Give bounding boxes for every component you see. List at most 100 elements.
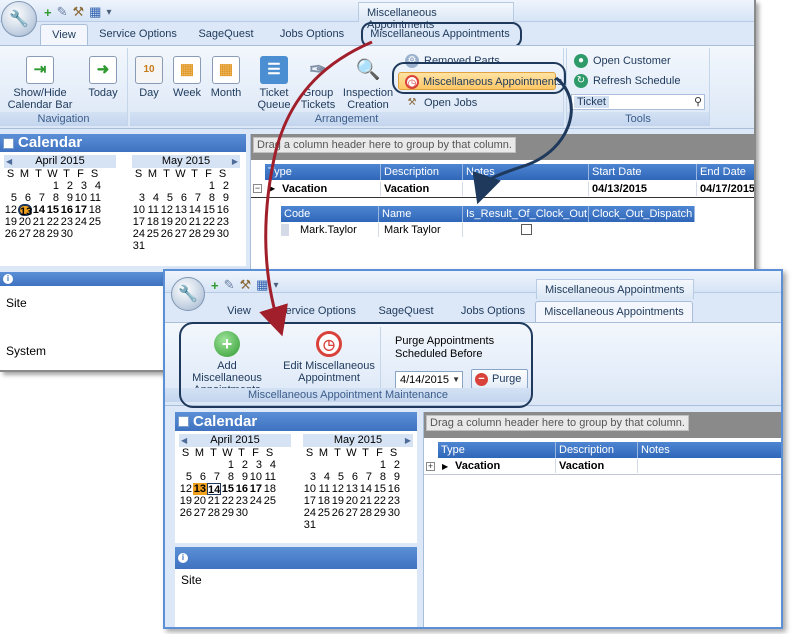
- calendar-day[interactable]: 15: [202, 204, 216, 216]
- calendar-day[interactable]: 28: [188, 228, 202, 240]
- calendar-day[interactable]: 29: [46, 228, 60, 240]
- calendar-day[interactable]: 7: [207, 471, 221, 483]
- tab-jobs-options[interactable]: Jobs Options: [449, 301, 537, 323]
- subcell-name[interactable]: Mark Taylor: [381, 223, 463, 237]
- calendar-day[interactable]: 24: [74, 216, 88, 228]
- calendar-day[interactable]: 3: [249, 459, 263, 471]
- calendar-day[interactable]: 12: [179, 483, 193, 495]
- calendar-day[interactable]: 31: [303, 519, 317, 531]
- calendar-day[interactable]: 26: [331, 507, 345, 519]
- calendar-day[interactable]: 17: [303, 495, 317, 507]
- calendar-day[interactable]: 23: [60, 216, 74, 228]
- subcell-code[interactable]: Mark.Taylor: [297, 223, 379, 237]
- calendar-day[interactable]: 24: [249, 495, 263, 507]
- calendar-day[interactable]: 9: [235, 471, 249, 483]
- show-hide-calendar-button[interactable]: ⇥ Show/Hide Calendar Bar: [4, 56, 76, 111]
- calendar-day[interactable]: 18: [263, 483, 277, 495]
- customize-toolbar-icon[interactable]: ▾: [273, 280, 278, 291]
- row-expand-toggle[interactable]: −: [253, 184, 262, 193]
- calendar-day[interactable]: 23: [235, 495, 249, 507]
- calendar-day[interactable]: 2: [216, 180, 230, 192]
- calendar-day[interactable]: 11: [88, 192, 102, 204]
- col-header-description[interactable]: Description: [556, 442, 638, 458]
- today-button[interactable]: ➜ Today: [84, 56, 122, 99]
- calendar-day[interactable]: 11: [146, 204, 160, 216]
- calendar-day[interactable]: 23: [216, 216, 230, 228]
- calendar-day[interactable]: 14: [207, 483, 221, 496]
- calendar-day[interactable]: 15: [373, 483, 387, 495]
- calendar-day[interactable]: 12: [160, 204, 174, 216]
- ticket-search-field[interactable]: Ticket ⚲: [571, 94, 705, 110]
- calendar-day[interactable]: 21: [359, 495, 373, 507]
- calendar-day[interactable]: 17: [249, 483, 263, 495]
- calendar-day[interactable]: 16: [60, 204, 74, 216]
- calendar-day[interactable]: 20: [174, 216, 188, 228]
- calendar-day[interactable]: 9: [216, 192, 230, 204]
- calendar-day[interactable]: 19: [4, 216, 18, 228]
- customize-toolbar-icon[interactable]: ▾: [106, 7, 111, 18]
- calendar-day[interactable]: 30: [60, 228, 74, 240]
- cell-start-date[interactable]: 04/13/2015: [589, 182, 697, 196]
- calendar-day[interactable]: 19: [179, 495, 193, 507]
- subcol-header-code[interactable]: Code: [281, 206, 379, 222]
- calendar-day[interactable]: 5: [160, 192, 174, 204]
- calendar-day[interactable]: 10: [74, 192, 88, 204]
- calendar-day[interactable]: 2: [235, 459, 249, 471]
- calendar-day[interactable]: 8: [46, 192, 60, 204]
- calendar-day[interactable]: 17: [132, 216, 146, 228]
- calendar-day[interactable]: 10: [132, 204, 146, 216]
- subcol-header-is-result-of-clock-out[interactable]: Is_Result_Of_Clock_Out: [463, 206, 589, 222]
- calendar-day[interactable]: 19: [160, 216, 174, 228]
- month-button[interactable]: ▦ Month: [208, 56, 244, 99]
- calendar-day[interactable]: 1: [202, 180, 216, 192]
- calendar-day[interactable]: 12: [331, 483, 345, 495]
- calendar-day[interactable]: 1: [221, 459, 235, 471]
- pin-icon[interactable]: ✎: [224, 277, 235, 293]
- col-header-end-date[interactable]: End Date: [697, 164, 754, 180]
- pin-icon[interactable]: ✎: [57, 4, 68, 20]
- refresh-schedule-button[interactable]: ↻ Refresh Schedule: [571, 72, 680, 90]
- calendar-day[interactable]: 6: [18, 192, 32, 204]
- row-expand-toggle[interactable]: +: [426, 462, 435, 471]
- calendar-day[interactable]: 7: [32, 192, 46, 204]
- calendar-day[interactable]: 10: [249, 471, 263, 483]
- calendar-day[interactable]: 28: [207, 507, 221, 519]
- calendar-day[interactable]: 1: [46, 180, 60, 192]
- calendar-day[interactable]: 1: [373, 459, 387, 471]
- calendar-day[interactable]: 14: [32, 204, 46, 216]
- tab-sagequest[interactable]: SageQuest: [373, 301, 439, 323]
- calendar-day[interactable]: 30: [235, 507, 249, 519]
- calendar-day[interactable]: 4: [146, 192, 160, 204]
- calendar-day[interactable]: 29: [202, 228, 216, 240]
- calendar-day[interactable]: 16: [235, 483, 249, 495]
- col-header-type[interactable]: Type: [438, 442, 556, 458]
- calendar-day[interactable]: 13: [18, 204, 32, 218]
- calendar-day[interactable]: 6: [174, 192, 188, 204]
- calendar-day[interactable]: 21: [207, 495, 221, 507]
- col-header-type[interactable]: Type: [265, 164, 381, 180]
- cell-type[interactable]: Vacation: [279, 182, 381, 196]
- calendar-day[interactable]: 13: [174, 204, 188, 216]
- calendar-day[interactable]: 10: [303, 483, 317, 495]
- week-button[interactable]: ▦ Week: [170, 56, 204, 99]
- calendar-day[interactable]: 16: [387, 483, 401, 495]
- hammer-icon[interactable]: ⚒: [73, 4, 85, 20]
- calendar-day[interactable]: 22: [46, 216, 60, 228]
- calendar-day[interactable]: 13: [345, 483, 359, 495]
- calendar-day[interactable]: 11: [317, 483, 331, 495]
- tab-miscellaneous-appointments[interactable]: Miscellaneous Appointments: [535, 301, 693, 323]
- col-header-notes[interactable]: Notes: [638, 442, 781, 458]
- calendar-day[interactable]: 4: [317, 471, 331, 483]
- calendar-day[interactable]: 26: [160, 228, 174, 240]
- tab-view[interactable]: View: [217, 301, 261, 323]
- add-icon[interactable]: +: [44, 5, 52, 20]
- calendar-day[interactable]: 28: [32, 228, 46, 240]
- calendar-day[interactable]: 25: [263, 495, 277, 507]
- next-month-icon[interactable]: ▶: [232, 155, 238, 168]
- calendar-day[interactable]: 27: [345, 507, 359, 519]
- open-jobs-button[interactable]: ⚒ Open Jobs: [402, 94, 478, 112]
- calendar-day[interactable]: 20: [193, 495, 207, 507]
- group-by-bar[interactable]: Drag a column header here to group by th…: [251, 134, 754, 160]
- calendar-day[interactable]: 5: [331, 471, 345, 483]
- is-result-of-clock-out-checkbox[interactable]: [521, 224, 532, 235]
